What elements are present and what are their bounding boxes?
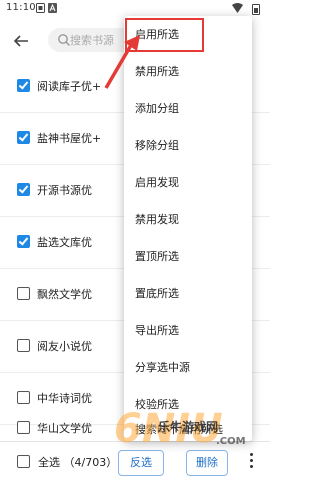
menu-item-pin-top[interactable]: 置顶所选 xyxy=(124,238,252,275)
more-options-button[interactable] xyxy=(246,450,256,474)
more-dot xyxy=(249,453,253,456)
watermark-domain: .COM xyxy=(216,436,246,447)
menu-item-pin-bottom[interactable]: 置底所选 xyxy=(124,275,252,312)
source-name: 盐选文库优 xyxy=(37,236,92,249)
menu-item-share-selected[interactable]: 分享选中源 xyxy=(124,349,252,386)
wifi-icon xyxy=(232,3,243,13)
menu-item-add-group[interactable]: 添加分组 xyxy=(124,90,252,127)
source-checkbox[interactable] xyxy=(17,339,30,352)
back-arrow-icon xyxy=(13,35,28,47)
more-dot xyxy=(249,465,253,468)
search-icon xyxy=(58,34,70,46)
menu-item-disable-explore[interactable]: 禁用发现 xyxy=(124,201,252,238)
menu-item-enable-explore[interactable]: 启用发现 xyxy=(124,164,252,201)
source-checkbox[interactable] xyxy=(17,79,30,92)
source-name: 飘然文学优 xyxy=(37,288,92,301)
watermark-site-name: 乐牛游戏网 xyxy=(158,420,219,434)
invert-selection-button[interactable]: 反选 xyxy=(118,450,164,476)
source-name: 阅读库子优+ xyxy=(37,80,102,93)
source-name: 中华诗词优 xyxy=(37,392,92,405)
source-name: 阅友小说优 xyxy=(37,340,92,353)
more-dot xyxy=(249,459,253,462)
select-all-checkbox[interactable] xyxy=(17,455,30,468)
source-checkbox[interactable] xyxy=(17,183,30,196)
delete-button[interactable]: 删除 xyxy=(186,450,228,476)
battery-icon xyxy=(252,4,260,15)
source-name: 开源书源优 xyxy=(37,184,92,197)
source-name: 华山文学优 xyxy=(37,422,92,435)
notification-icon xyxy=(36,3,45,13)
menu-item-remove-group[interactable]: 移除分组 xyxy=(124,127,252,164)
source-checkbox[interactable] xyxy=(17,131,30,144)
source-checkbox[interactable] xyxy=(17,235,30,248)
status-time: 11:10 xyxy=(6,2,36,13)
source-name: 盐神书屋优+ xyxy=(37,132,102,145)
source-checkbox[interactable] xyxy=(17,287,30,300)
select-all-label[interactable]: 全选 （4/703） xyxy=(38,454,117,470)
annotation-arrow-icon xyxy=(104,35,140,89)
notification-a-icon xyxy=(48,3,57,13)
back-button[interactable] xyxy=(10,30,32,52)
source-checkbox[interactable] xyxy=(17,421,30,434)
source-checkbox[interactable] xyxy=(17,391,30,404)
menu-item-export-selected[interactable]: 导出所选 xyxy=(124,312,252,349)
